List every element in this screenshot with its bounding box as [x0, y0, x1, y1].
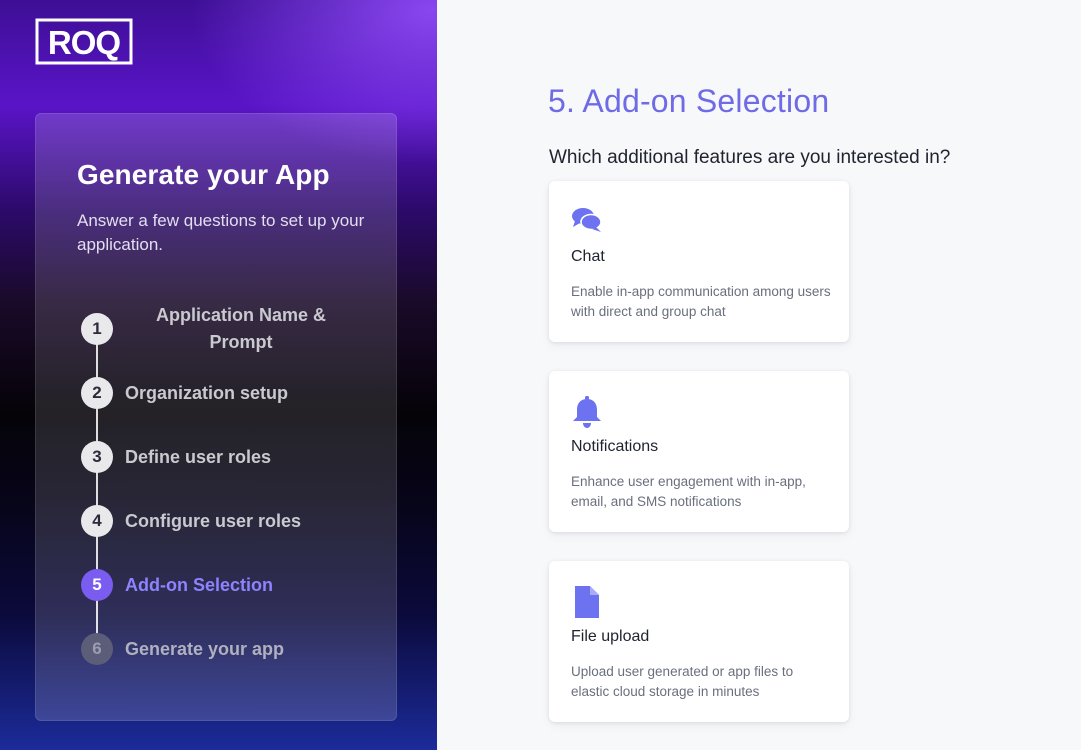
addon-title: Chat [571, 248, 605, 265]
page-title: 5. Add-on Selection [548, 83, 830, 119]
file-icon [575, 586, 599, 618]
addon-card-file-upload[interactable]: File upload Upload user generated or app… [549, 561, 849, 722]
addon-card-notifications[interactable]: Notifications Enhance user engagement wi… [549, 371, 849, 532]
step-6-label: Generate your app [125, 639, 285, 659]
addon-description: Enable in-app communication among users … [571, 284, 831, 319]
addon-card-chat[interactable]: Chat Enable in-app communication among u… [549, 181, 849, 342]
step-1-label[interactable]: Application Name & Prompt [141, 302, 341, 356]
addon-title: File upload [571, 628, 650, 645]
generate-app-card: Generate your App Answer a few questions… [35, 113, 397, 721]
step-5-label[interactable]: Add-on Selection [125, 575, 273, 596]
step-3-label[interactable]: Define user roles [125, 447, 271, 468]
sidebar-title: Generate your App [77, 159, 330, 190]
question-text: Which additional features are you intere… [549, 147, 951, 168]
addon-description: Enhance user engagement with in-app, ema… [571, 474, 806, 509]
svg-text:ROQ: ROQ [48, 24, 121, 61]
step-4-label[interactable]: Configure user roles [125, 511, 301, 532]
roq-logo: ROQ [35, 18, 133, 65]
sidebar-subtitle: Answer a few questions to set up your ap… [77, 211, 365, 254]
step-4-circle[interactable]: 4 [81, 505, 113, 537]
step-2-circle[interactable]: 2 [81, 377, 113, 409]
step-6-circle: 6 [81, 633, 113, 665]
step-3-circle[interactable]: 3 [81, 441, 113, 473]
step-1-circle[interactable]: 1 [81, 313, 113, 345]
step-2-label[interactable]: Organization setup [125, 383, 288, 404]
addon-title: Notifications [571, 438, 659, 455]
chat-bubbles-icon [572, 208, 602, 232]
step-5-circle[interactable]: 5 [81, 569, 113, 601]
sidebar-panel: ROQ Generate your App Answer a few quest… [0, 0, 437, 750]
addon-description: Upload user generated or app files to el… [571, 664, 794, 699]
bell-icon [573, 396, 601, 428]
